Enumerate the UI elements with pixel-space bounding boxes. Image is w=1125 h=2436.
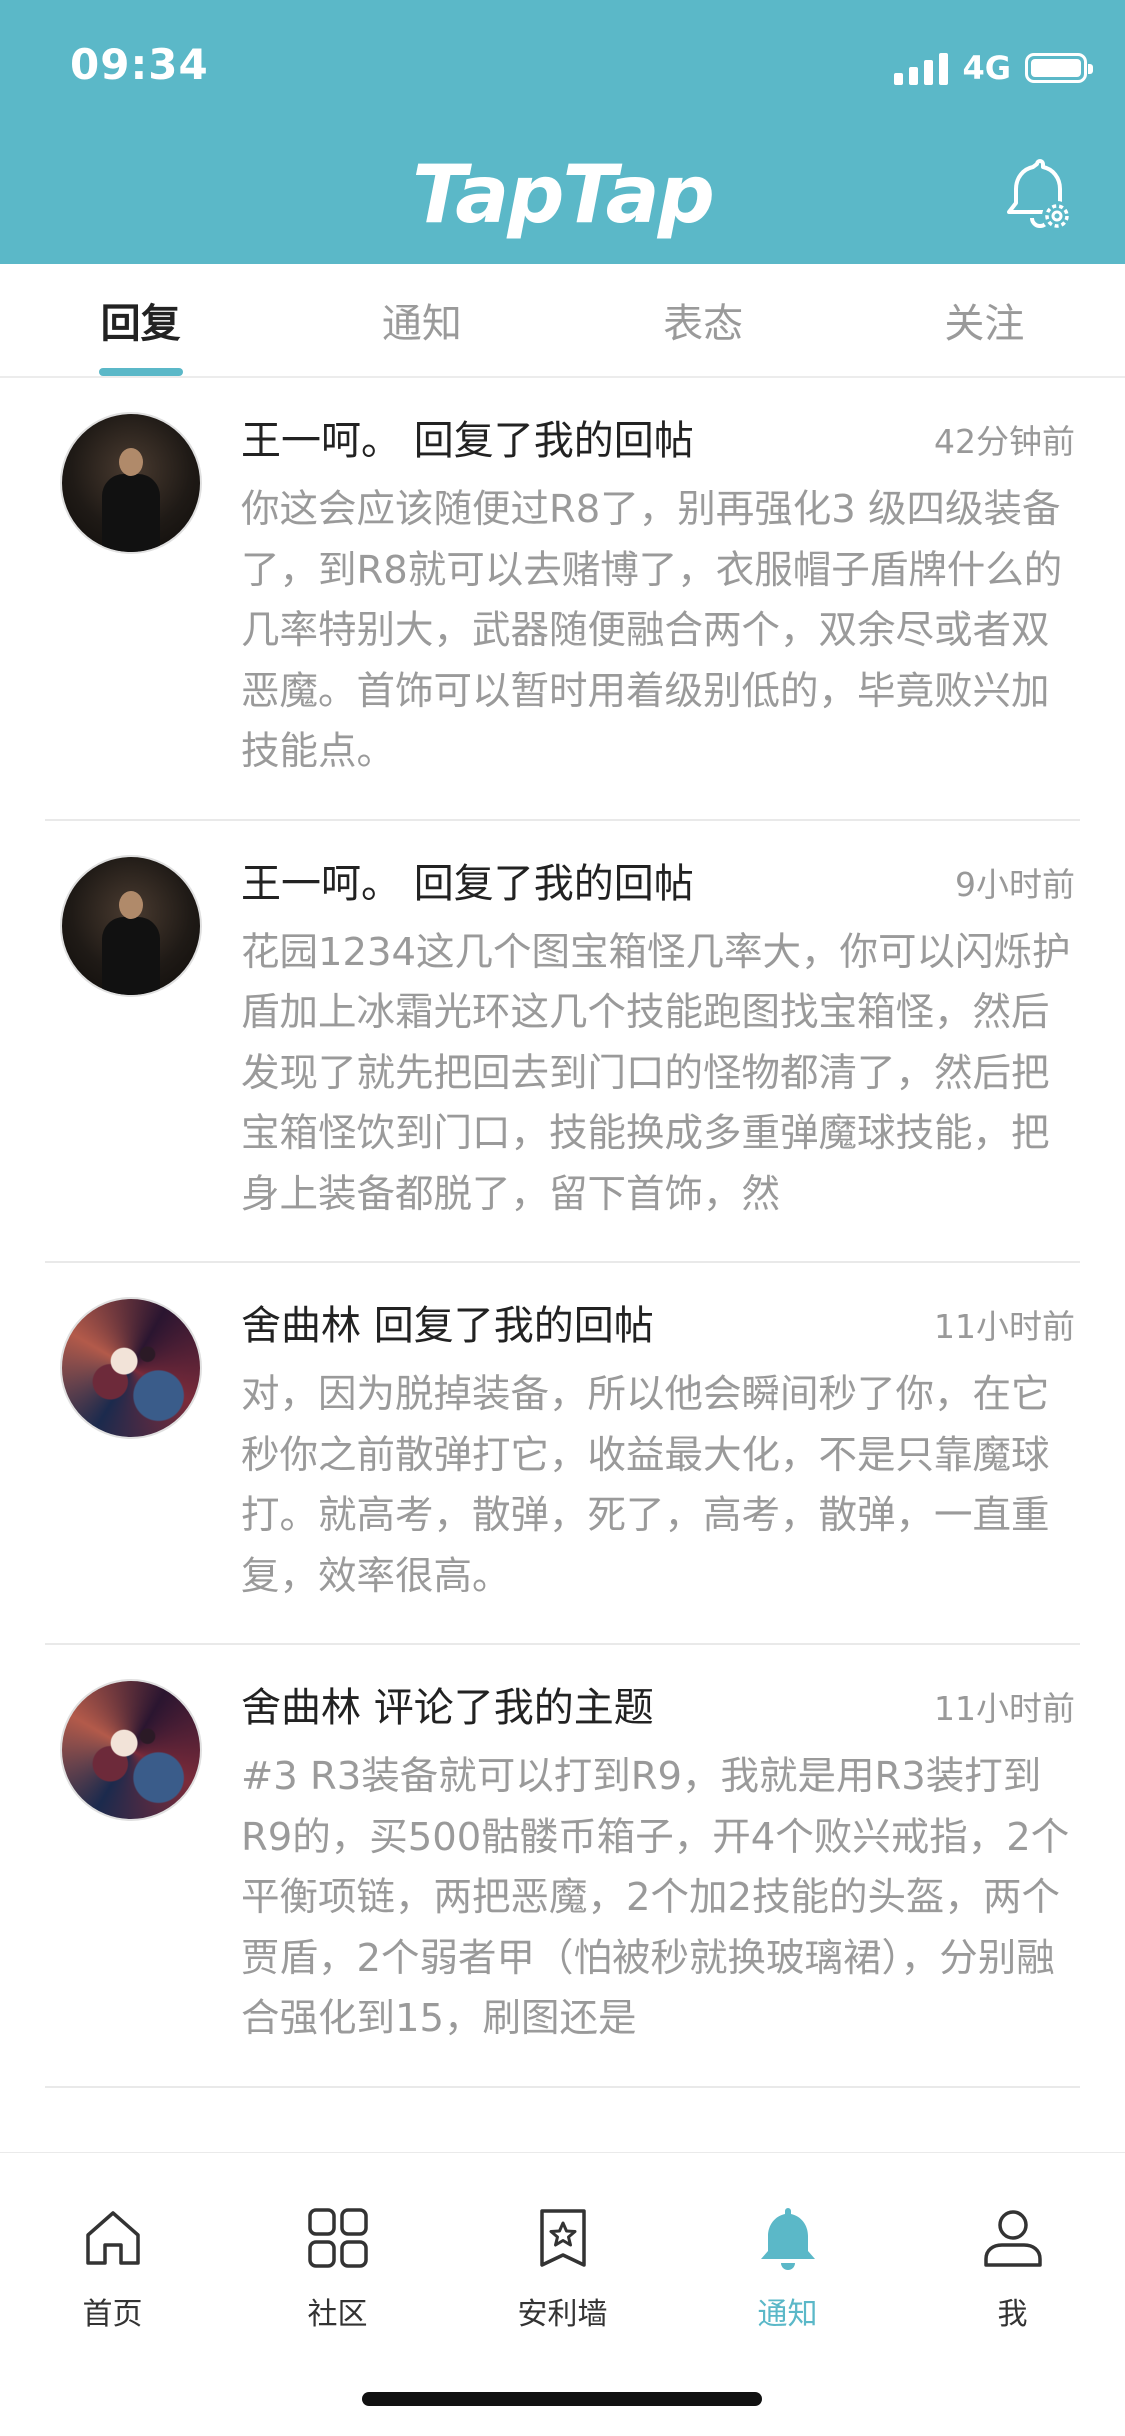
bottom-nav: 首页 社区 安利墙 通知 我 — [0, 2152, 1125, 2353]
avatar[interactable] — [60, 1679, 202, 1821]
nav-notifications[interactable]: 通知 — [675, 2153, 900, 2353]
nav-me[interactable]: 我 — [900, 2153, 1125, 2353]
nav-home[interactable]: 首页 — [0, 2153, 225, 2353]
list-item[interactable]: 王一呵。 回复了我的回帖 42分钟前 你这会应该随便过R8了，别再强化3 级四级… — [45, 378, 1080, 821]
avatar[interactable] — [60, 854, 202, 997]
tab-notices[interactable]: 通知 — [281, 264, 562, 376]
notification-list: 王一呵。 回复了我的回帖 42分钟前 你这会应该随便过R8了，别再强化3 级四级… — [0, 378, 1125, 2088]
item-time: 11小时前 — [934, 1307, 1075, 1346]
avatar[interactable] — [60, 412, 202, 554]
item-title: 王一呵。 回复了我的回帖 — [241, 418, 694, 464]
item-title: 舍曲林 评论了我的主题 — [241, 1685, 654, 1731]
notification-tabs: 回复 通知 表态 关注 — [0, 264, 1125, 378]
nav-notifications-label: 通知 — [757, 2297, 818, 2332]
nav-home-label: 首页 — [82, 2297, 143, 2332]
nav-recommend-wall[interactable]: 安利墙 — [450, 2153, 675, 2353]
tab-replies[interactable]: 回复 — [0, 264, 281, 376]
bookmark-star-icon — [539, 2209, 586, 2267]
signal-icon — [894, 51, 949, 85]
list-item[interactable]: 舍曲林 回复了我的回帖 11小时前 对，因为脱掉装备，所以他会瞬间秒了你，在它秒… — [45, 1263, 1080, 1645]
item-time: 11小时前 — [934, 1689, 1075, 1728]
home-icon — [85, 2211, 140, 2265]
list-item[interactable]: 王一呵。 回复了我的回帖 9小时前 花园1234这几个图宝箱怪几率大，你可以闪烁… — [45, 821, 1080, 1263]
item-title: 王一呵。 回复了我的回帖 — [241, 860, 694, 907]
battery-icon — [1025, 53, 1093, 83]
nav-community[interactable]: 社区 — [225, 2153, 450, 2353]
grid-icon — [307, 2208, 368, 2268]
user-icon — [983, 2210, 1042, 2267]
tab-follows[interactable]: 关注 — [844, 264, 1125, 376]
avatar[interactable] — [60, 1297, 202, 1439]
home-indicator — [362, 2392, 762, 2406]
nav-community-label: 社区 — [307, 2297, 368, 2332]
app-logo: TapTap — [412, 148, 715, 241]
tab-reactions[interactable]: 表态 — [563, 264, 844, 376]
nav-me-label: 我 — [997, 2297, 1028, 2332]
list-item[interactable]: 舍曲林 评论了我的主题 11小时前 #3 R3装备就可以打到R9，我就是用R3装… — [45, 1645, 1080, 2088]
network-type: 4G — [962, 49, 1011, 87]
app-header: 09:34 4G TapTap — [0, 0, 1125, 264]
item-time: 9小时前 — [955, 864, 1075, 904]
bell-icon — [760, 2208, 815, 2270]
status-indicators: 4G — [894, 48, 1093, 88]
status-time: 09:34 — [70, 40, 209, 89]
item-title: 舍曲林 回复了我的回帖 — [241, 1303, 654, 1349]
item-time: 42分钟前 — [934, 422, 1075, 461]
nav-recommend-wall-label: 安利墙 — [517, 2297, 608, 2332]
bell-gear-icon[interactable] — [1003, 158, 1077, 234]
